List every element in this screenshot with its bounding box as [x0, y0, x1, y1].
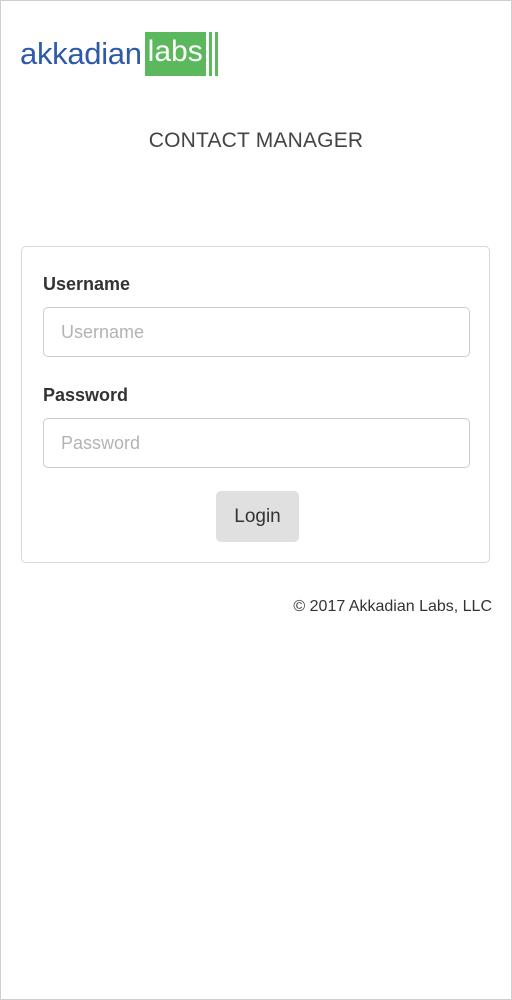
username-label: Username — [43, 274, 131, 294]
password-input[interactable] — [43, 418, 470, 468]
logo-wordmark-akkadian: akkadian — [20, 35, 142, 71]
logo-labs-box: labs — [144, 32, 206, 76]
password-label: Password — [43, 385, 129, 405]
login-panel: Username Password Login — [21, 246, 490, 563]
logo-bar — [208, 32, 212, 76]
logo-bars-graphic — [208, 32, 221, 76]
copyright-text: © 2017 Akkadian Labs, LLC — [293, 598, 492, 615]
login-button[interactable]: Login — [216, 491, 299, 542]
username-input[interactable] — [43, 307, 470, 357]
page-title: CONTACT MANAGER — [148, 129, 364, 152]
logo-bar — [214, 32, 218, 76]
company-logo: akkadian labs — [20, 31, 221, 77]
logo-wordmark-labs: labs — [147, 35, 203, 68]
